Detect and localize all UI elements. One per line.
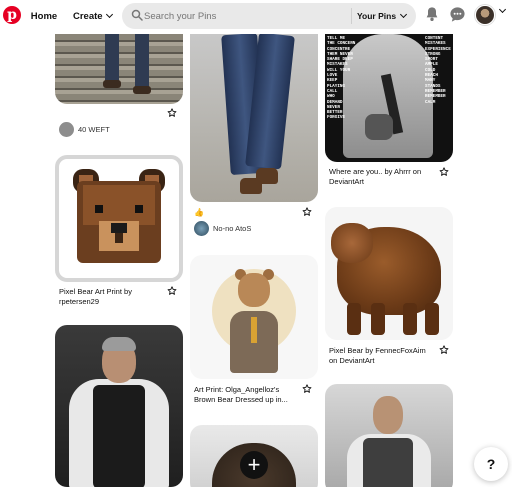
pin-credit-name: No-no AtoS bbox=[213, 224, 252, 233]
pin-image-text: CONTENT MISTAKES EXPERIENCE STRONG SPORT… bbox=[425, 36, 451, 105]
more-icon[interactable] bbox=[302, 207, 312, 217]
chevron-down-icon[interactable] bbox=[498, 5, 507, 14]
reaction-icon: 👍 bbox=[194, 208, 204, 217]
pin-image bbox=[111, 223, 127, 233]
pin-credit[interactable]: 40 WEFT bbox=[59, 122, 110, 137]
pin-image bbox=[105, 34, 119, 82]
search-bar: Your Pins bbox=[122, 3, 416, 29]
pin-card[interactable]: TELL ME THE CONCERN CONCENTRE THEM NEVER… bbox=[325, 34, 453, 189]
bell-icon[interactable] bbox=[424, 6, 440, 22]
pin-card[interactable] bbox=[55, 325, 183, 487]
create-pin-button[interactable]: + bbox=[240, 451, 268, 479]
search-scope-label: Your Pins bbox=[357, 11, 397, 21]
chevron-down-icon bbox=[105, 10, 113, 19]
pin-image bbox=[135, 34, 149, 88]
more-icon[interactable] bbox=[167, 286, 177, 296]
pin-image bbox=[133, 86, 151, 94]
pin-image bbox=[256, 168, 278, 184]
avatar bbox=[194, 221, 209, 236]
pin-image bbox=[425, 303, 439, 335]
pin-card[interactable]: 40 WEFT bbox=[55, 34, 183, 144]
create-menu[interactable]: Create bbox=[66, 5, 118, 27]
chevron-down-icon bbox=[400, 10, 408, 19]
pin-card[interactable]: Art Print: Olga_Angelloz's Brown Bear Dr… bbox=[190, 255, 318, 415]
help-button[interactable]: ? bbox=[474, 447, 508, 481]
pin-image[interactable] bbox=[325, 384, 453, 487]
pin-image bbox=[251, 317, 257, 343]
more-icon[interactable] bbox=[439, 167, 449, 177]
pin-card[interactable]: Pixel Bear Art Print by rpetersen29 bbox=[55, 155, 183, 315]
search-scope-dropdown[interactable]: Your Pins bbox=[357, 6, 413, 26]
pin-image bbox=[371, 303, 385, 335]
pin-image[interactable] bbox=[55, 155, 183, 282]
home-tab[interactable]: Home bbox=[24, 5, 64, 27]
pinterest-logo-icon[interactable]: p bbox=[3, 6, 21, 24]
pin-image-text: TELL ME THE CONCERN CONCENTRE THEM NEVER… bbox=[327, 36, 356, 121]
help-icon: ? bbox=[486, 456, 496, 472]
top-navigation-bar: p Home Create Your Pins bbox=[0, 0, 512, 34]
pin-image bbox=[403, 303, 417, 335]
pin-image bbox=[331, 223, 373, 263]
plus-icon: + bbox=[247, 452, 261, 477]
pin-card[interactable]: Pixel Bear by FennecFoxAim on DeviantArt bbox=[325, 207, 453, 372]
pin-title[interactable]: Pixel Bear Art Print by rpetersen29 bbox=[59, 287, 163, 306]
account-avatar[interactable] bbox=[475, 5, 495, 25]
pin-image bbox=[135, 205, 143, 213]
pin-credit[interactable]: No-no AtoS bbox=[194, 221, 251, 236]
pin-image bbox=[373, 396, 403, 434]
pin-card[interactable]: 👍 No-no AtoS bbox=[190, 34, 318, 239]
pin-image bbox=[363, 438, 413, 487]
pin-image bbox=[93, 385, 145, 487]
pin-image bbox=[83, 185, 155, 225]
more-icon[interactable] bbox=[439, 345, 449, 355]
pin-title[interactable]: Pixel Bear by FennecFoxAim on DeviantArt bbox=[329, 346, 435, 365]
pin-image[interactable] bbox=[190, 255, 318, 379]
pin-credit-name: 40 WEFT bbox=[78, 125, 110, 134]
create-label: Create bbox=[73, 10, 103, 22]
pin-image bbox=[95, 205, 103, 213]
pin-image[interactable] bbox=[55, 325, 183, 487]
pin-image bbox=[115, 233, 123, 243]
pin-image[interactable] bbox=[190, 34, 318, 202]
pin-title[interactable]: Art Print: Olga_Angelloz's Brown Bear Dr… bbox=[194, 385, 298, 404]
pin-card[interactable] bbox=[325, 384, 453, 487]
more-icon[interactable] bbox=[167, 108, 177, 118]
chat-icon[interactable] bbox=[449, 6, 466, 23]
pin-image bbox=[102, 337, 136, 351]
pin-image[interactable] bbox=[325, 207, 453, 340]
search-divider bbox=[351, 8, 352, 24]
avatar bbox=[59, 122, 74, 137]
pin-title[interactable]: Where are you.. by Ahrrr on DeviantArt bbox=[329, 167, 433, 186]
pin-image bbox=[238, 273, 270, 307]
more-icon[interactable] bbox=[302, 384, 312, 394]
pin-image[interactable] bbox=[55, 34, 183, 104]
pin-image bbox=[365, 114, 393, 140]
pin-image[interactable]: TELL ME THE CONCERN CONCENTRE THEM NEVER… bbox=[325, 34, 453, 162]
pin-image bbox=[347, 303, 361, 335]
pin-image bbox=[103, 80, 121, 88]
search-input[interactable] bbox=[142, 6, 350, 26]
